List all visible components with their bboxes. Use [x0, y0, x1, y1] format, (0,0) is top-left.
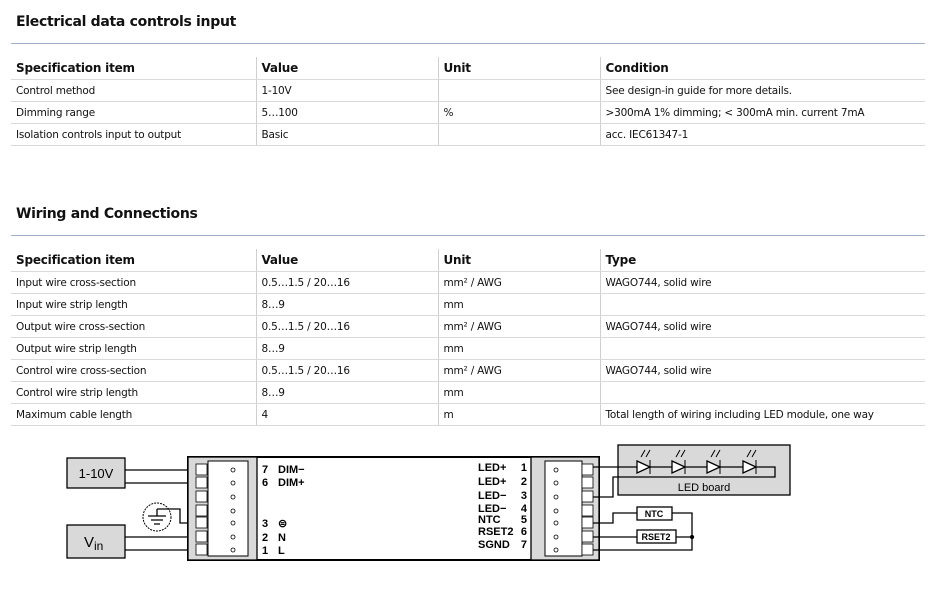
- terminal-slot: [195, 543, 208, 556]
- pin-number: 3: [262, 518, 268, 530]
- terminal-slot: [195, 476, 208, 489]
- pin-label: N: [278, 532, 286, 544]
- pin-number: 6: [521, 526, 527, 538]
- pin-number: 3: [521, 490, 527, 502]
- pin-label: LED+: [478, 462, 506, 474]
- pin-label: ⊜: [278, 518, 287, 530]
- pin-label: DIM−: [278, 464, 305, 476]
- ntc-label: NTC: [645, 509, 664, 519]
- terminal-slot: [581, 530, 594, 543]
- pin-number: 6: [262, 477, 268, 489]
- pin-number: 5: [521, 514, 527, 526]
- ground-icon: [142, 502, 172, 532]
- pin-label: LED+: [478, 476, 506, 488]
- terminal-slot: [581, 476, 594, 489]
- terminal-slot: [195, 530, 208, 543]
- terminal-slot: [195, 463, 208, 476]
- pin-number: 7: [521, 539, 527, 551]
- pin-number: 2: [262, 532, 268, 544]
- pin-label: L: [278, 545, 285, 557]
- led-board-label: LED board: [678, 482, 731, 494]
- wires-left: [125, 469, 196, 551]
- pin-label: DIM+: [278, 477, 305, 489]
- wiring-diagram: 1-10V Vin 7 DIM−6 DIM+3 ⊜2 N1 L LED+ 1LED+ 2LED…: [66, 444, 791, 561]
- terminal-slot: [581, 463, 594, 476]
- terminal-slot: [195, 490, 208, 503]
- terminal-slot: [195, 504, 208, 517]
- terminal-slot: [581, 516, 594, 529]
- pin-number: 2: [521, 476, 527, 488]
- terminal-slot: [581, 543, 594, 556]
- pin-label: SGND: [478, 539, 510, 551]
- pin-number: 7: [262, 464, 268, 476]
- pin-label: LED−: [478, 490, 506, 502]
- terminal-slot: [581, 504, 594, 517]
- terminal-slot: [195, 516, 208, 529]
- rset2-label: RSET2: [641, 532, 670, 542]
- pin-number: 1: [262, 545, 268, 557]
- terminal-slot: [581, 490, 594, 503]
- pin-label: RSET2: [478, 526, 513, 538]
- dim-source-label: 1-10V: [79, 466, 114, 481]
- pin-number: 1: [521, 462, 527, 474]
- pin-label: NTC: [478, 514, 501, 526]
